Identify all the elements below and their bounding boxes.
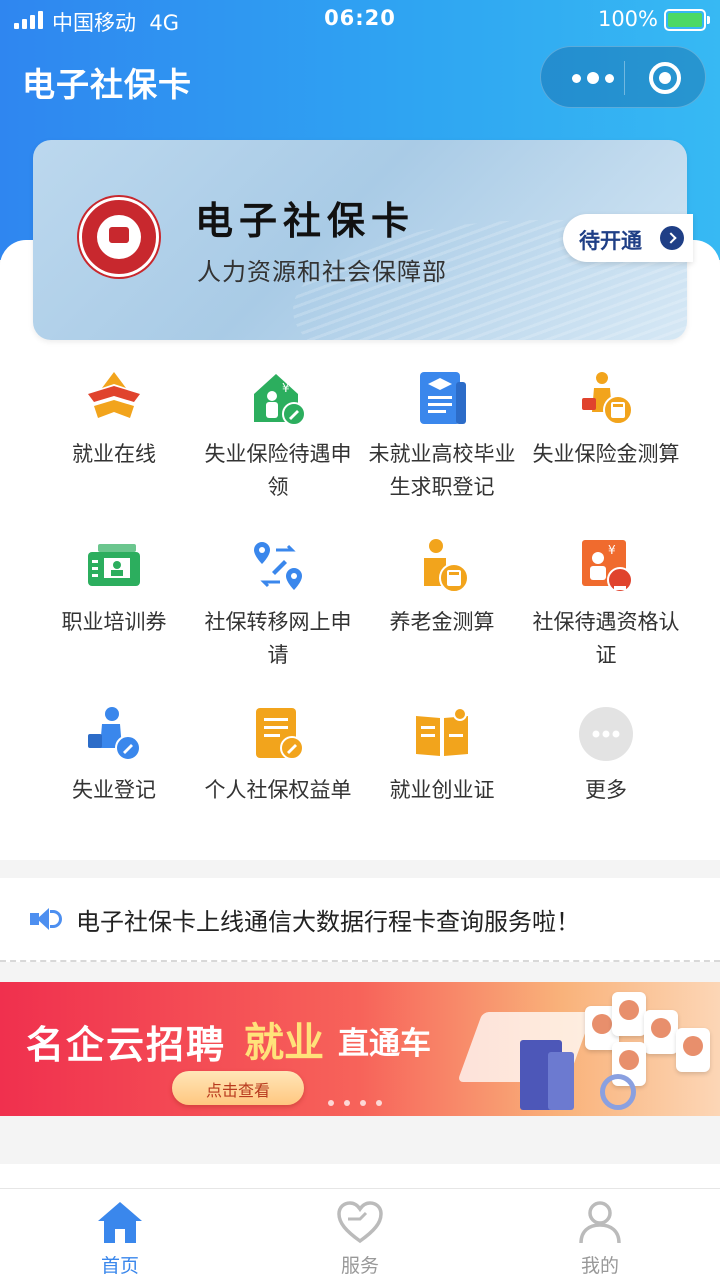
dashed-divider (0, 960, 720, 962)
more-menu-icon[interactable] (563, 47, 623, 109)
mini-program-capsule (540, 46, 706, 108)
service-item-more[interactable]: 更多 (524, 696, 688, 864)
service-label: 失业登记 (72, 778, 156, 802)
service-label: 更多 (585, 778, 627, 802)
capsule-divider (624, 61, 625, 95)
promo-banner[interactable]: 名企云招聘 就业 直通车 点击查看 (0, 982, 720, 1116)
service-label: 社保转移网上申请 (204, 610, 352, 667)
activate-status-button[interactable]: 待开通 (563, 214, 693, 262)
employment-certificate-icon (412, 704, 472, 764)
service-label: 社保待遇资格认证 (532, 610, 680, 667)
graduate-registration-icon (412, 368, 472, 428)
tab-label: 服务 (340, 1255, 379, 1277)
service-label: 职业培训券 (61, 610, 167, 634)
service-item-employment-certificate[interactable]: 就业创业证 (360, 696, 524, 864)
person-icon (579, 1201, 621, 1244)
service-item-employment-online[interactable]: 就业在线 (32, 360, 196, 528)
service-item-transfer-application[interactable]: 社保转移网上申请 (196, 528, 360, 696)
page: 中国移动 4G 06:20 100% 电子社保卡 电子社保卡 人力资源和社会保障… (0, 0, 720, 1280)
battery-icon (664, 9, 710, 31)
service-item-unemployment-benefit[interactable]: ¥ 失业保险待遇申领 (196, 360, 360, 528)
tab-mine[interactable]: 我的 (480, 1189, 720, 1280)
more-icon (576, 704, 636, 764)
page-title: 电子社保卡 (22, 65, 192, 104)
social-security-seal-icon (79, 197, 159, 277)
home-icon (98, 1202, 142, 1243)
service-item-pension-calculator[interactable]: 养老金测算 (360, 528, 524, 696)
service-item-qualification-certification[interactable]: ¥ 社保待遇资格认证 (524, 528, 688, 696)
rights-statement-icon (248, 704, 308, 764)
activate-status-label: 待开通 (579, 229, 642, 253)
tab-services[interactable]: 服务 (240, 1189, 480, 1280)
close-target-icon[interactable] (649, 62, 681, 94)
card-title: 电子社保卡 (195, 198, 416, 243)
service-label: 就业在线 (72, 442, 156, 466)
service-label: 个人社保权益单 (204, 778, 352, 802)
service-item-rights-statement[interactable]: 个人社保权益单 (196, 696, 360, 864)
service-item-unemployment-registration[interactable]: 失业登记 (32, 696, 196, 864)
section-gap (0, 1146, 720, 1164)
tab-home[interactable]: 首页 (0, 1189, 240, 1280)
speaker-icon (30, 906, 62, 932)
svg-text:¥: ¥ (282, 381, 290, 395)
service-label: 就业创业证 (389, 778, 495, 802)
service-item-graduate-registration[interactable]: 未就业高校毕业生求职登记 (360, 360, 524, 528)
bottom-tab-bar: 首页 服务 我的 (0, 1188, 720, 1280)
tab-label: 我的 (580, 1255, 619, 1277)
announcement-bar[interactable]: 电子社保卡上线通信大数据行程卡查询服务啦！ (0, 878, 720, 962)
training-voucher-icon (84, 536, 144, 596)
service-grid: 就业在线 ¥ 失业保险待遇申领 未就业高校毕业生求职登记 失业保险金测算 职业培… (32, 360, 688, 864)
banner-text-part1: 名企云招聘 (26, 1023, 227, 1067)
status-bar: 中国移动 4G 06:20 100% (0, 0, 720, 40)
service-item-benefit-calculator[interactable]: 失业保险金测算 (524, 360, 688, 528)
unemployment-benefit-icon: ¥ (248, 368, 308, 428)
banner-text-part3: 直通车 (338, 1026, 431, 1062)
tab-label: 首页 (100, 1255, 139, 1277)
benefit-calculator-icon (576, 368, 636, 428)
pension-calculator-icon (412, 536, 472, 596)
employment-online-icon (84, 368, 144, 428)
banner-view-button[interactable]: 点击查看 (172, 1071, 304, 1105)
svg-text:¥: ¥ (608, 543, 616, 557)
service-label: 养老金测算 (389, 610, 495, 634)
carousel-indicator (328, 1100, 382, 1106)
service-label: 未就业高校毕业生求职登记 (368, 442, 516, 499)
transfer-application-icon (248, 536, 308, 596)
qualification-certification-icon: ¥ (576, 536, 636, 596)
announcement-text: 电子社保卡上线通信大数据行程卡查询服务啦！ (76, 908, 580, 936)
heart-icon (337, 1201, 383, 1244)
service-label: 失业保险待遇申领 (204, 442, 352, 499)
card-subtitle: 人力资源和社会保障部 (197, 258, 447, 286)
unemployment-registration-icon (84, 704, 144, 764)
banner-text-part2: 就业 (244, 1020, 324, 1066)
service-item-training-voucher[interactable]: 职业培训券 (32, 528, 196, 696)
battery-percent: 100% (597, 7, 658, 31)
service-label: 失业保险金测算 (532, 442, 680, 466)
section-placeholder (0, 1164, 720, 1188)
chevron-right-icon (660, 226, 684, 250)
